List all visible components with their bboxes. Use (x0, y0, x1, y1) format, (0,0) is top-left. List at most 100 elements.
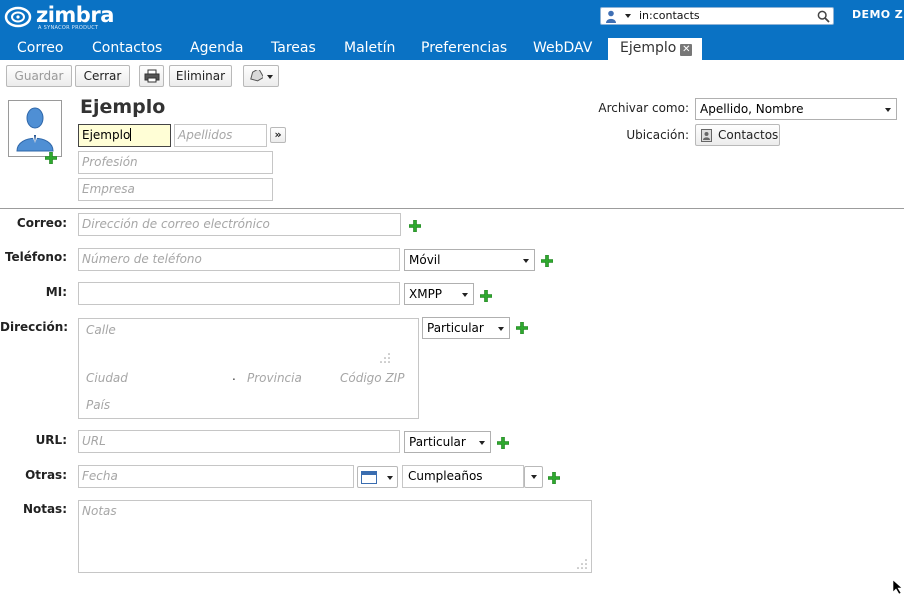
job-title-field[interactable]: Profesión (78, 151, 273, 174)
print-button[interactable] (139, 65, 164, 87)
im-type-value: XMPP (409, 287, 443, 301)
file-as-label: Archivar como: (598, 101, 689, 115)
url-label: URL: (35, 433, 67, 447)
tab-correo[interactable]: Correo (17, 38, 63, 60)
address-separator: . (232, 369, 236, 383)
search-icon[interactable] (817, 10, 830, 23)
date-placeholder: Fecha (82, 469, 118, 483)
address-label: Dirección: (0, 320, 69, 334)
close-button[interactable]: Cerrar (75, 65, 130, 87)
tab-agenda[interactable]: Agenda (190, 38, 243, 60)
first-name-field[interactable]: Ejemplo (78, 124, 171, 147)
file-as-select[interactable]: Apellido, Nombre (695, 98, 897, 120)
add-address-icon[interactable] (516, 322, 528, 334)
zimbra-swirl-icon (4, 6, 32, 28)
address-type-select[interactable]: Particular (422, 317, 510, 339)
tab-ejemplo-label: Ejemplo (620, 40, 677, 56)
location-value: Contactos (718, 128, 779, 142)
tag-icon (250, 70, 263, 82)
search-field[interactable]: in:contacts (600, 7, 834, 25)
zip-field[interactable]: Código ZIP (334, 367, 404, 389)
delete-button[interactable]: Eliminar (169, 65, 232, 87)
address-book-icon (701, 129, 712, 142)
other-type-dropdown-button[interactable] (524, 466, 543, 488)
city-field[interactable]: Ciudad (80, 367, 230, 389)
phone-type-value: Móvil (409, 253, 441, 267)
add-im-icon[interactable] (480, 290, 492, 302)
email-field[interactable]: Dirección de correo electrónico (78, 213, 401, 236)
email-label: Correo: (16, 216, 67, 230)
notes-placeholder: Notas (82, 504, 117, 518)
user-name[interactable]: DEMO ZI (852, 8, 904, 21)
search-scope-chevron-icon[interactable] (625, 14, 631, 18)
im-field[interactable] (78, 282, 400, 305)
city-placeholder: Ciudad (86, 371, 128, 385)
calendar-chevron-down-icon (387, 476, 393, 480)
url-type-value: Particular (409, 435, 466, 449)
date-field[interactable]: Fecha (78, 465, 354, 488)
im-type-select[interactable]: XMPP (404, 283, 474, 305)
notes-field[interactable]: Notas (78, 500, 592, 573)
chevron-down-icon (885, 108, 891, 112)
calendar-icon (361, 471, 377, 484)
chevron-down-icon (531, 475, 537, 479)
email-placeholder: Dirección de correo electrónico (82, 217, 270, 231)
person-search-icon[interactable] (605, 10, 617, 23)
file-as-value: Apellido, Nombre (700, 102, 804, 116)
search-input[interactable]: in:contacts (639, 9, 700, 22)
resize-grip-icon[interactable] (380, 353, 390, 363)
add-email-icon[interactable] (409, 220, 421, 232)
app-tabs: Correo Contactos Agenda Tareas Maletín P… (0, 38, 904, 60)
tab-contactos[interactable]: Contactos (92, 38, 162, 60)
calendar-picker-button[interactable] (357, 466, 398, 488)
printer-icon (144, 69, 159, 83)
tag-chevron-down-icon (267, 75, 273, 79)
close-tab-icon[interactable]: ✕ (680, 44, 693, 56)
chevron-down-icon (479, 441, 485, 445)
mouse-cursor-icon (893, 580, 903, 594)
resize-grip-icon[interactable] (577, 559, 587, 569)
chevron-down-icon (498, 327, 504, 331)
url-type-select[interactable]: Particular (404, 431, 491, 453)
first-name-value: Ejemplo (82, 128, 131, 142)
add-url-icon[interactable] (497, 437, 509, 449)
tab-tareas[interactable]: Tareas (271, 38, 316, 60)
save-button[interactable]: Guardar (6, 65, 72, 87)
tag-menu-button[interactable] (243, 65, 279, 87)
add-photo-icon[interactable] (45, 152, 57, 164)
location-button[interactable]: Contactos (695, 124, 780, 146)
logo-text: zimbra (36, 3, 114, 27)
notes-label: Notas: (22, 502, 67, 516)
url-field[interactable]: URL (78, 430, 400, 453)
street-field[interactable]: Calle (80, 320, 398, 364)
other-type-input[interactable]: Cumpleaños (402, 465, 524, 488)
chevron-down-icon (462, 293, 468, 297)
state-field[interactable]: Provincia (241, 367, 329, 389)
last-name-field[interactable]: Apellidos (174, 124, 267, 147)
tab-webdav[interactable]: WebDAV (533, 38, 592, 60)
phone-field[interactable]: Número de teléfono (78, 248, 400, 271)
company-placeholder: Empresa (82, 182, 135, 196)
contact-photo[interactable] (8, 100, 62, 157)
chevron-down-icon (523, 259, 529, 263)
address-type-value: Particular (427, 321, 484, 335)
country-field[interactable]: País (80, 394, 394, 416)
expand-name-button[interactable]: » (270, 127, 286, 143)
add-phone-icon[interactable] (541, 255, 553, 267)
section-divider (0, 208, 904, 209)
phone-type-select[interactable]: Móvil (404, 249, 535, 271)
zip-placeholder: Código ZIP (340, 371, 405, 385)
add-other-icon[interactable] (548, 472, 560, 484)
tab-maletin[interactable]: Maletín (344, 38, 395, 60)
country-placeholder: País (86, 398, 111, 412)
tab-preferencias[interactable]: Preferencias (421, 38, 507, 60)
street-placeholder: Calle (86, 323, 116, 337)
phone-label: Teléfono: (4, 250, 67, 264)
tab-ejemplo[interactable]: Ejemplo ✕ (608, 38, 702, 60)
zimbra-logo[interactable]: zimbra A SYNACOR PRODUCT (4, 3, 114, 31)
state-placeholder: Provincia (247, 371, 302, 385)
contact-title: Ejemplo (80, 96, 166, 118)
im-label: MI: (45, 285, 67, 299)
company-field[interactable]: Empresa (78, 178, 273, 201)
person-avatar-icon (16, 107, 54, 152)
